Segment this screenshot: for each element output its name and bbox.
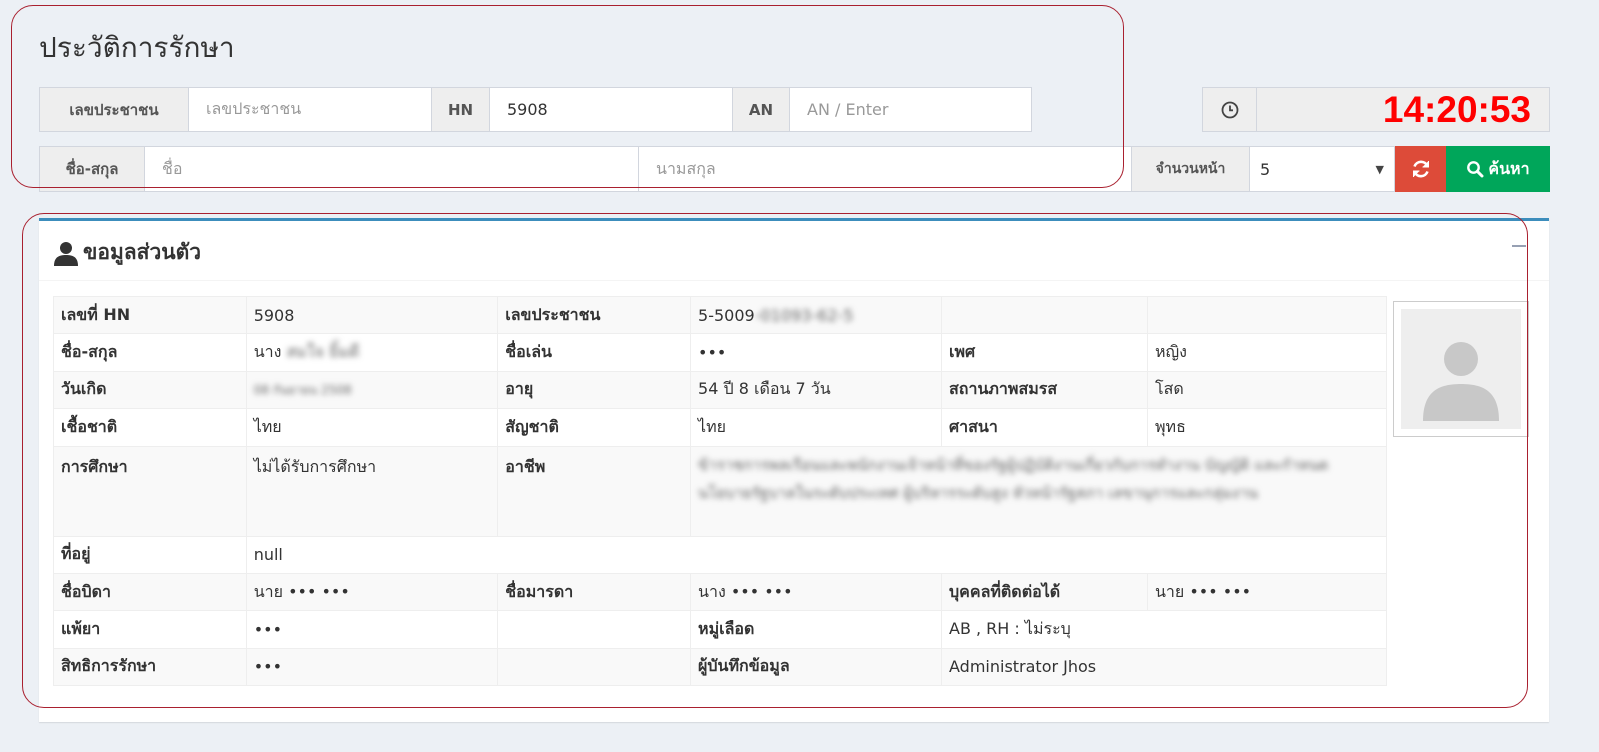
page-title: ประวัติการรักษา [39, 31, 235, 64]
contact-value: นาย ••• ••• [1146, 572, 1388, 612]
hn-value: 5908 [245, 295, 499, 335]
refresh-button[interactable] [1395, 146, 1446, 192]
clock-display: 14:20:53 [1256, 87, 1550, 132]
pages-label: จำนวนหน้า [1131, 146, 1250, 192]
occ-value: ข้าราชการพลเรือนและพนักงานเจ้าหน้าที่ของ… [690, 445, 1387, 537]
edu-key: การศึกษา [53, 445, 247, 537]
refresh-icon [1412, 160, 1429, 178]
empty-cell [1146, 295, 1388, 335]
clock-addon [1202, 87, 1257, 132]
empty-cell [497, 610, 692, 649]
father-value: นาย ••• ••• [245, 572, 499, 612]
cid-key: เลขประชาชน [497, 295, 692, 335]
sex-value: หญิง [1146, 333, 1388, 372]
nick-key: ชื่อเล่น [497, 333, 692, 372]
marital-key: สถานภาพสมรส [941, 370, 1148, 410]
sex-key: เพศ [941, 333, 1148, 372]
empty-cell [941, 295, 1148, 335]
nation-value: ไทย [690, 408, 942, 447]
table-row: ที่อยู่ null [53, 535, 1388, 574]
mother-value: นาง ••• ••• [690, 572, 942, 612]
search-button-label: ค้นหา [1488, 158, 1530, 178]
occ-key: อาชีพ [497, 445, 692, 537]
hn-label: HN [431, 87, 490, 132]
occ-masked: ข้าราชการพลเรือนและพนักงานเจ้าหน้าที่ของ… [698, 455, 1329, 502]
religion-key: ศาสนา [941, 408, 1148, 447]
religion-value: พุทธ [1146, 408, 1388, 447]
profile-card-header [39, 221, 1549, 281]
allergy-value: ••• [245, 610, 499, 649]
right-value: ••• [245, 647, 499, 687]
edu-value: ไม่ได้รับการศึกษา [245, 445, 499, 537]
an-input[interactable]: AN / Enter [789, 87, 1032, 132]
firstname-input[interactable]: ชื่อ [144, 146, 639, 192]
contact-key: บุคคลที่ติดต่อได้ [941, 572, 1148, 612]
hn-input[interactable]: 5908 [489, 87, 733, 132]
table-row: เชื้อชาติ ไทย สัญชาติ ไทย ศาสนา พุทธ [53, 408, 1388, 447]
table-row: สิทธิการรักษา ••• ผู้บันทึกข้อมูล Admini… [53, 647, 1387, 687]
dob-value: 08 กันยายน 2508 [245, 370, 499, 410]
nick-value: ••• [690, 333, 942, 372]
addr-value: null [245, 535, 1388, 574]
cid-value-masked: -01093-62-5 [754, 305, 854, 325]
allergy-key: แพ้ยา [53, 610, 247, 649]
name-key: ชื่อ-สกุล [53, 333, 247, 372]
search-icon [1467, 161, 1484, 178]
blood-value: AB , RH : ไม่ระบุ [941, 610, 1387, 649]
name-masked: สมใจ ยิ้มดี [286, 342, 360, 362]
right-key: สิทธิการรักษา [53, 647, 247, 687]
caret-down-icon: ▼ [1375, 162, 1384, 176]
patient-photo [1393, 301, 1529, 437]
pages-select[interactable]: 5 ▼ [1249, 146, 1395, 192]
dob-key: วันเกิด [53, 370, 247, 410]
cid-label: เลขประชาชน [39, 87, 189, 132]
hn-key: เลขที่ HN [53, 295, 247, 335]
table-row: เลขที่ HN 5908 เลขประชาชน 5-5009-01093-6… [53, 295, 1388, 335]
age-value: 54 ปี 8 เดือน 7 วัน [690, 370, 942, 410]
pages-select-value: 5 [1260, 159, 1271, 179]
empty-cell [497, 647, 692, 687]
profile-title-wrap: ขอมูลส่วนตัว [53, 236, 201, 269]
dob-masked: 08 กันยายน 2508 [253, 383, 352, 398]
table-row: แพ้ยา ••• หมู่เลือด AB , RH : ไม่ระบุ [53, 610, 1387, 649]
table-row: ชื่อ-สกุล นาง สมใจ ยิ้มดี ชื่อเล่น ••• เ… [53, 333, 1388, 372]
cid-value-visible: 5-5009 [698, 305, 755, 325]
addr-key: ที่อยู่ [53, 535, 247, 574]
table-row: ชื่อบิดา นาย ••• ••• ชื่อมารดา นาง ••• •… [53, 572, 1388, 612]
profile-title: ขอมูลส่วนตัว [83, 240, 202, 264]
profile-table: เลขที่ HN 5908 เลขประชาชน 5-5009-01093-6… [53, 295, 1388, 687]
table-row: การศึกษา ไม่ได้รับการศึกษา อาชีพ ข้าราชก… [53, 445, 1387, 537]
nation-key: สัญชาติ [497, 408, 692, 447]
collapse-button[interactable] [1512, 244, 1532, 248]
avatar-placeholder-icon [1401, 309, 1521, 429]
search-button[interactable]: ค้นหา [1446, 146, 1550, 192]
name-prefix: นาง [253, 342, 282, 362]
clock-icon [1221, 101, 1238, 118]
table-row: วันเกิด 08 กันยายน 2508 อายุ 54 ปี 8 เดื… [53, 370, 1388, 410]
name-label: ชื่อ-สกุล [39, 146, 145, 192]
an-label: AN [732, 87, 790, 132]
race-value: ไทย [245, 408, 499, 447]
mother-key: ชื่อมารดา [497, 572, 692, 612]
marital-value: โสด [1146, 370, 1388, 410]
age-key: อายุ [497, 370, 692, 410]
name-value: นาง สมใจ ยิ้มดี [245, 333, 499, 372]
lastname-input[interactable]: นามสกุล [638, 146, 1132, 192]
recorder-value: Administrator Jhos [941, 647, 1387, 687]
user-icon [54, 241, 78, 266]
clock-time: 14:20:53 [1382, 88, 1531, 130]
blood-key: หมู่เลือด [690, 610, 942, 649]
recorder-key: ผู้บันทึกข้อมูล [690, 647, 942, 687]
cid-input[interactable]: เลขประชาชน [188, 87, 432, 132]
father-key: ชื่อบิดา [53, 572, 247, 612]
minus-icon [1512, 245, 1526, 247]
cid-value: 5-5009-01093-62-5 [690, 295, 942, 335]
race-key: เชื้อชาติ [53, 408, 247, 447]
